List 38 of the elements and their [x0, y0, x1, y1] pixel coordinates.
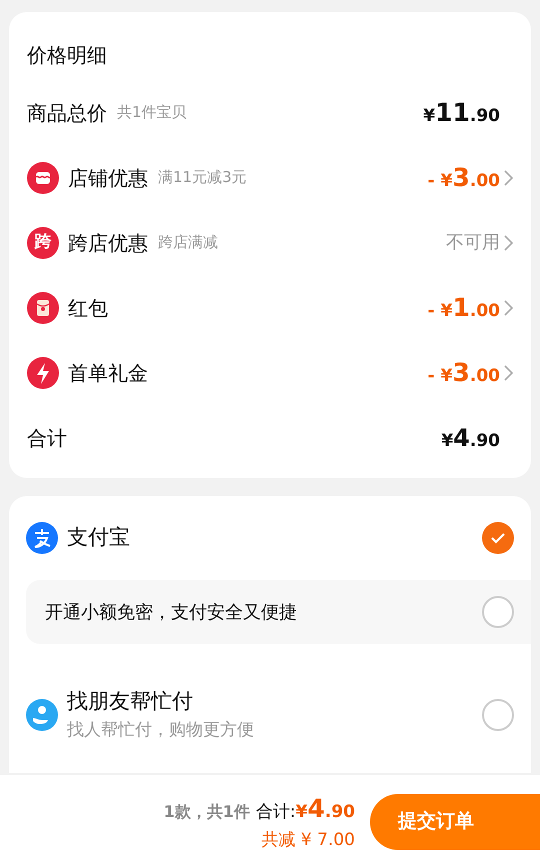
row-label: 跨店优惠	[68, 230, 148, 256]
radio-button[interactable]	[482, 596, 514, 628]
price: ¥4.90	[296, 793, 355, 825]
row-label: 商品总价	[27, 100, 107, 126]
payment-option[interactable]: 开通小额免密，支付安全又便捷	[26, 580, 531, 644]
shop-icon	[27, 162, 59, 194]
cross-store-icon: 跨	[27, 226, 59, 258]
envelope-icon	[27, 292, 59, 324]
payment-logo-icon	[26, 522, 58, 554]
price: ¥4.90	[441, 422, 500, 454]
total-label: 合计:	[256, 801, 296, 824]
radio-button[interactable]	[482, 522, 514, 554]
item-count: 1款，共1件	[164, 801, 250, 823]
row-label: 首单礼金	[68, 360, 148, 386]
payment-label: 支付宝	[67, 524, 131, 552]
chevron-right-icon	[504, 234, 513, 250]
chevron-right-icon	[504, 300, 513, 316]
lightning-icon	[27, 356, 59, 388]
payment-subtitle: 找人帮忙付，购物更方便	[67, 718, 255, 742]
row-label: 红包	[68, 294, 108, 322]
option-label: 开通小额免密，支付安全又便捷	[45, 600, 298, 624]
row-note: 跨店满减	[158, 232, 218, 254]
row-label: 合计	[27, 424, 67, 452]
price: ¥11.90	[423, 96, 500, 129]
payment-label: 找朋友帮忙付	[67, 688, 194, 715]
price: - ¥1.00	[428, 292, 500, 324]
status-text: 不可用	[446, 231, 500, 255]
card-title: 价格明细	[27, 42, 108, 69]
radio-button[interactable]	[482, 698, 514, 730]
row-note: 共1件宝贝	[117, 102, 187, 124]
chevron-right-icon	[504, 170, 513, 186]
row-label: 店铺优惠	[68, 164, 148, 192]
chevron-right-icon	[504, 364, 513, 380]
price: - ¥3.00	[428, 162, 500, 194]
row-note: 满11元减3元	[158, 167, 247, 188]
saved-amount: 共减 ¥ 7.00	[262, 828, 355, 852]
price: - ¥3.00	[428, 356, 500, 389]
check-icon	[490, 532, 506, 544]
